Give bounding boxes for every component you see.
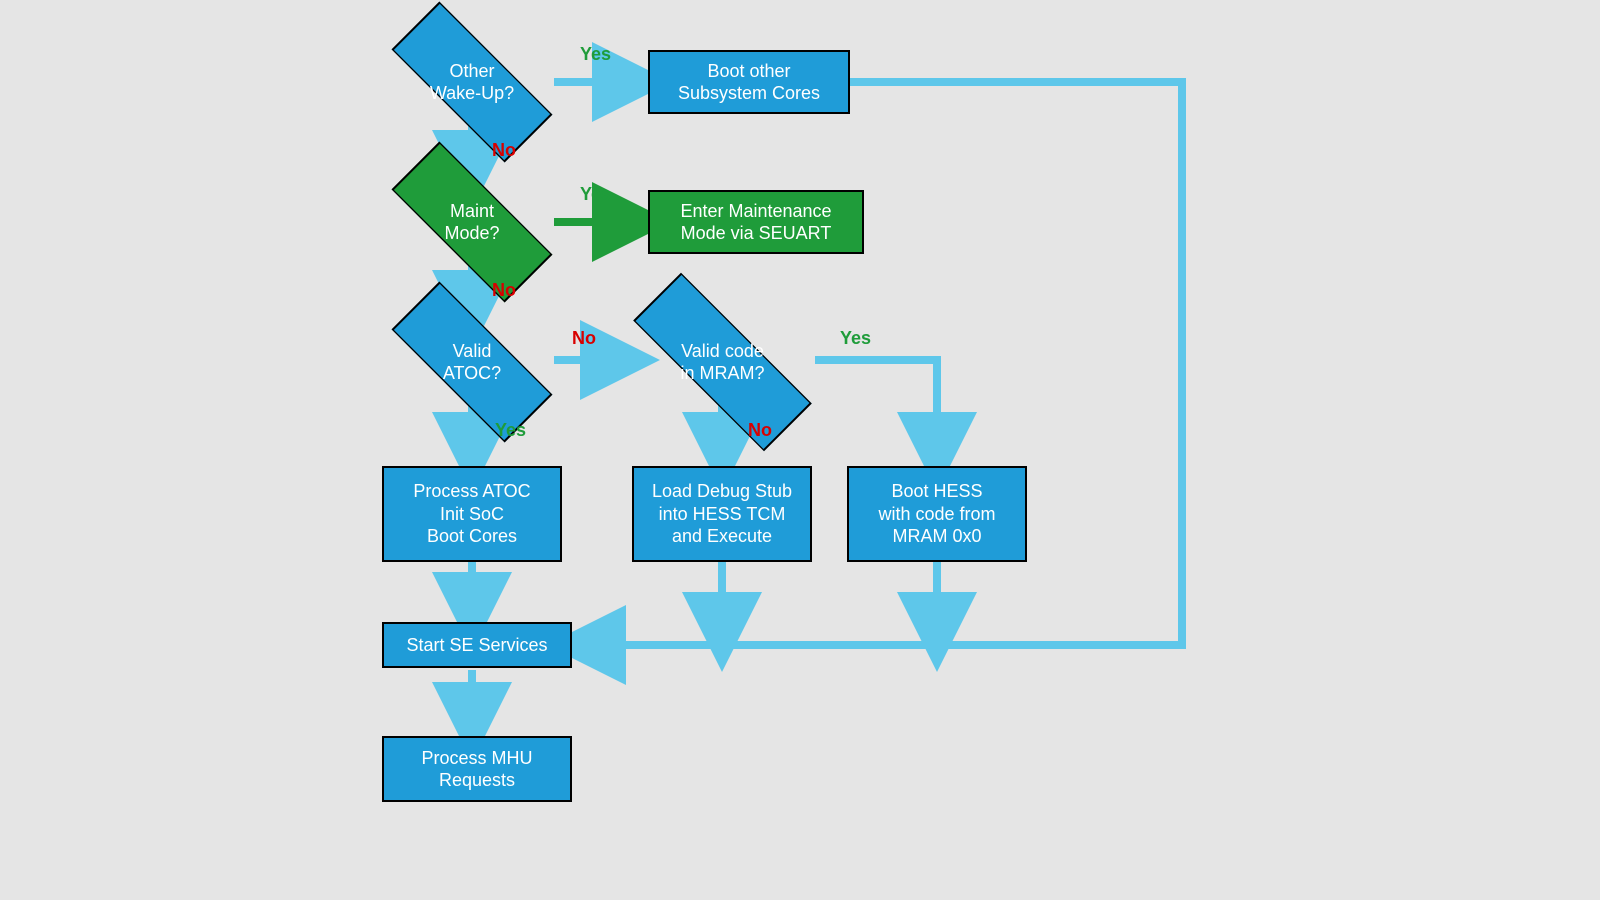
- label-maint-no: No: [492, 280, 516, 301]
- label-wakeup-yes: Yes: [580, 44, 611, 65]
- process-boot-hess: Boot HESS with code from MRAM 0x0: [847, 466, 1027, 562]
- text: Load Debug Stub: [652, 480, 792, 503]
- text: and Execute: [652, 525, 792, 548]
- label-mram-yes: Yes: [840, 328, 871, 349]
- text: ATOC?: [443, 362, 501, 385]
- label-mram-no: No: [748, 420, 772, 441]
- process-process-atoc: Process ATOC Init SoC Boot Cores: [382, 466, 562, 562]
- flow-arrows: [0, 0, 1600, 900]
- label-atoc-yes: Yes: [495, 420, 526, 441]
- process-start-se-services: Start SE Services: [382, 622, 572, 668]
- text: Other: [430, 60, 514, 83]
- text: into HESS TCM: [652, 503, 792, 526]
- text: Mode?: [444, 222, 499, 245]
- text: Subsystem Cores: [678, 82, 820, 105]
- text: with code from: [878, 503, 995, 526]
- text: in MRAM?: [680, 362, 764, 385]
- text: Process MHU: [421, 747, 532, 770]
- decision-valid-atoc: Valid ATOC?: [392, 310, 552, 414]
- text: Boot Cores: [413, 525, 530, 548]
- label-wakeup-no: No: [492, 140, 516, 161]
- text: MRAM 0x0: [878, 525, 995, 548]
- decision-valid-code-mram: Valid code in MRAM?: [630, 310, 815, 414]
- text: Process ATOC: [413, 480, 530, 503]
- label-atoc-no: No: [572, 328, 596, 349]
- process-process-mhu: Process MHU Requests: [382, 736, 572, 802]
- process-boot-other: Boot other Subsystem Cores: [648, 50, 850, 114]
- text: Wake-Up?: [430, 82, 514, 105]
- text: Valid code: [680, 340, 764, 363]
- process-load-debug-stub: Load Debug Stub into HESS TCM and Execut…: [632, 466, 812, 562]
- decision-maint-mode: Maint Mode?: [392, 170, 552, 274]
- text: Init SoC: [413, 503, 530, 526]
- text: Maint: [444, 200, 499, 223]
- text: Boot HESS: [878, 480, 995, 503]
- label-maint-yes: Yes: [580, 184, 611, 205]
- text: Requests: [421, 769, 532, 792]
- text: Enter Maintenance: [680, 200, 831, 223]
- decision-other-wakeup: Other Wake-Up?: [392, 30, 552, 134]
- text: Mode via SEUART: [680, 222, 831, 245]
- text: Start SE Services: [406, 634, 547, 657]
- process-enter-maintenance: Enter Maintenance Mode via SEUART: [648, 190, 864, 254]
- text: Boot other: [678, 60, 820, 83]
- text: Valid: [443, 340, 501, 363]
